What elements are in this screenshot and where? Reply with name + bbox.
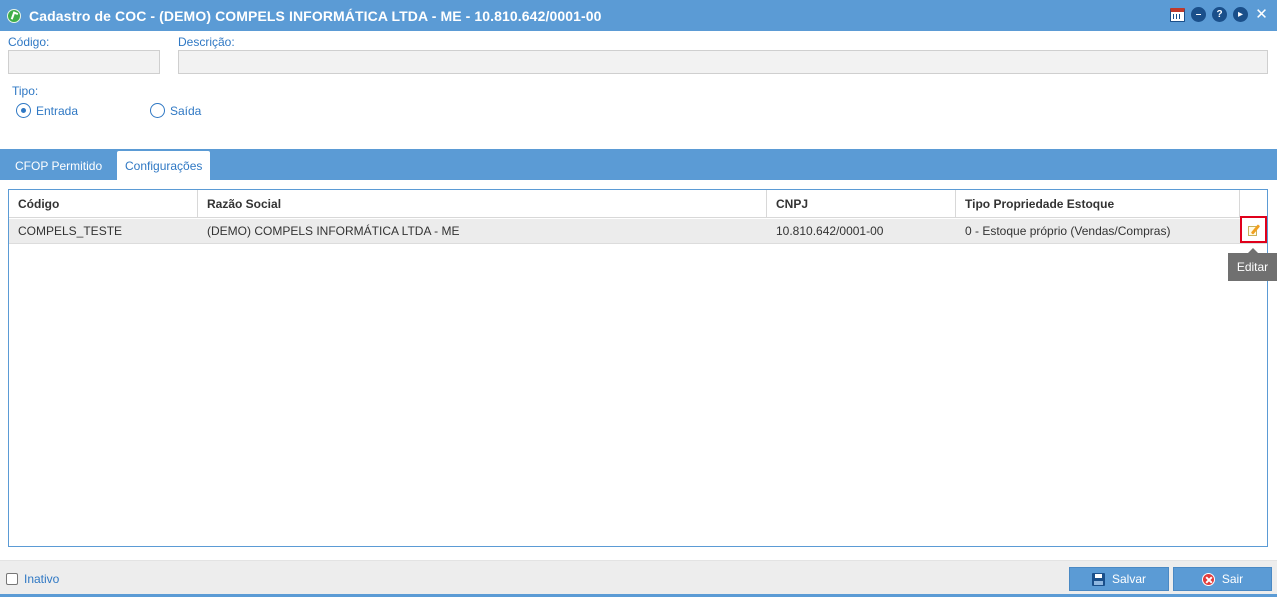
exit-button-label: Sair: [1221, 572, 1244, 586]
column-header-cnpj[interactable]: CNPJ: [767, 190, 956, 218]
save-disk-icon: [1091, 572, 1105, 586]
table-row[interactable]: COMPELS_TESTE (DEMO) COMPELS INFORMÁTICA…: [9, 216, 1267, 244]
descricao-input[interactable]: [178, 50, 1268, 74]
grid-header: Código Razão Social CNPJ Tipo Propriedad…: [9, 190, 1267, 218]
configurations-grid: Código Razão Social CNPJ Tipo Propriedad…: [8, 189, 1268, 547]
tipo-label: Tipo:: [12, 84, 39, 98]
column-header-razao-social[interactable]: Razão Social: [198, 190, 767, 218]
save-button[interactable]: Salvar: [1069, 567, 1169, 591]
edit-tooltip: Editar: [1228, 248, 1277, 281]
column-header-codigo[interactable]: Código: [9, 190, 198, 218]
exit-x-icon: [1201, 572, 1215, 586]
save-button-label: Salvar: [1111, 572, 1146, 586]
radio-saida[interactable]: Saída: [150, 103, 201, 118]
cell-tipo-propriedade: 0 - Estoque próprio (Vendas/Compras): [965, 224, 1171, 238]
title-buttons: – ? ▸ ✕: [1170, 7, 1269, 22]
radio-entrada[interactable]: Entrada: [16, 103, 78, 118]
radio-entrada-label: Entrada: [36, 103, 79, 118]
window-title: Cadastro de COC - (DEMO) COMPELS INFORMÁ…: [29, 7, 602, 24]
cell-cnpj: 10.810.642/0001-00: [776, 224, 884, 238]
edit-row-button[interactable]: [1240, 216, 1267, 243]
radio-checked-icon[interactable]: [16, 103, 31, 118]
column-header-tipo-propriedade[interactable]: Tipo Propriedade Estoque: [956, 190, 1240, 218]
inativo-label[interactable]: Inativo: [24, 572, 59, 586]
tab-configuracoes[interactable]: Configurações: [117, 151, 211, 180]
minimize-icon[interactable]: –: [1191, 7, 1206, 22]
help-icon[interactable]: ?: [1212, 7, 1227, 22]
tabs-bar: CFOP Permitido Configurações: [0, 149, 1277, 180]
cell-codigo: COMPELS_TESTE: [18, 224, 123, 238]
codigo-label: Código:: [8, 35, 50, 49]
codigo-input[interactable]: [8, 50, 160, 74]
inativo-checkbox[interactable]: [6, 573, 18, 585]
play-icon[interactable]: ▸: [1233, 7, 1248, 22]
green-refresh-icon: [7, 8, 21, 23]
footer-bar: Inativo Salvar Sair: [0, 560, 1277, 597]
cell-razao-social: (DEMO) COMPELS INFORMÁTICA LTDA - ME: [207, 224, 460, 238]
exit-button[interactable]: Sair: [1173, 567, 1272, 591]
radio-unchecked-icon[interactable]: [150, 103, 165, 118]
radio-saida-label: Saída: [170, 103, 202, 118]
close-icon[interactable]: ✕: [1254, 7, 1269, 22]
descricao-label: Descrição:: [178, 35, 235, 49]
coc-registration-window: Cadastro de COC - (DEMO) COMPELS INFORMÁ…: [0, 0, 1277, 597]
title-bar: Cadastro de COC - (DEMO) COMPELS INFORMÁ…: [0, 0, 1277, 31]
calendar-icon[interactable]: [1170, 7, 1185, 22]
tab-cfop-permitido[interactable]: CFOP Permitido: [7, 151, 110, 180]
pencil-edit-icon[interactable]: [1247, 223, 1260, 236]
